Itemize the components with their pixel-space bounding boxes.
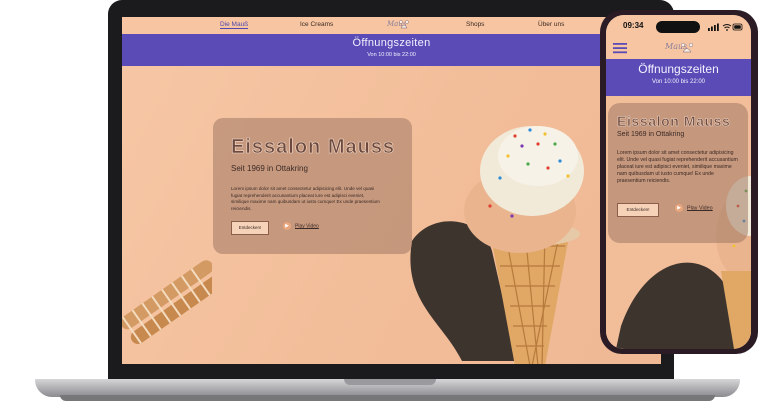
maus-logo[interactable]: Maus (386, 17, 410, 33)
entdecken-button[interactable]: Entdecken! (231, 221, 269, 235)
opening-hours-title: Öffnungszeiten (352, 37, 431, 49)
phone-status-bar: 09:34 (606, 15, 751, 37)
opening-hours-banner: Öffnungszeiten Von 10:00 bis 22:00 (122, 34, 661, 66)
mobile-play-video-label: Play Video (687, 205, 713, 212)
hero-body-text: Lorem ipsum dolor sit amet consectetur a… (231, 186, 380, 211)
mobile-hero-card: Eissalon Mauss Seit 1969 in Ottakring Lo… (608, 103, 748, 243)
laptop-base-edge (60, 395, 715, 401)
status-icons (708, 23, 743, 31)
hero-card: Eissalon Mauss Seit 1969 in Ottakring Lo… (213, 118, 412, 254)
ice-cream-cone-image (464, 126, 584, 364)
desktop-website: Die Mauß Ice Creams Maus Shops Über uns … (122, 17, 661, 364)
wafer-roll-image (122, 260, 212, 345)
play-video-link[interactable]: ▶ Play Video (283, 222, 319, 230)
play-video-label: Play Video (295, 223, 319, 230)
nav-item-ueber-uns[interactable]: Über uns (538, 21, 564, 28)
hero-title: Eissalon Mauss (231, 136, 396, 159)
dynamic-island (656, 21, 700, 33)
mobile-website: 09:34 Maus Öffnungszeiten Von 10:00 bis … (606, 15, 751, 349)
mobile-opening-hours-time: Von 10:00 bis 22:00 (651, 79, 706, 85)
hero-subtitle: Seit 1969 in Ottakring (231, 164, 308, 173)
mobile-opening-hours-banner: Öffnungszeiten Von 10:00 bis 22:00 (606, 59, 751, 96)
mobile-navbar: Maus (606, 37, 751, 59)
mobile-hero-subtitle: Seit 1969 in Ottakring (617, 131, 685, 138)
opening-hours-time: Von 10:00 bis 22:00 (367, 52, 416, 58)
laptop-notch (344, 379, 436, 385)
mobile-play-video-link[interactable]: ▶ Play Video (675, 204, 713, 212)
nav-item-ice-creams[interactable]: Ice Creams (300, 21, 333, 28)
mobile-play-icon: ▶ (675, 204, 683, 212)
desktop-navbar: Die Mauß Ice Creams Maus Shops Über uns (122, 17, 661, 35)
status-time: 09:34 (623, 21, 644, 30)
mobile-opening-hours-title: Öffnungszeiten (638, 62, 719, 76)
nav-item-die-maus[interactable]: Die Mauß (220, 21, 249, 29)
mobile-entdecken-button[interactable]: Entdecken! (617, 203, 659, 217)
mobile-hero-body-text: Lorem ipsum dolor sit amet consectetur a… (617, 150, 738, 184)
nav-item-shops[interactable]: Shops (466, 21, 484, 28)
mobile-maus-logo[interactable]: Maus (664, 38, 694, 58)
play-icon: ▶ (283, 222, 291, 230)
mobile-hero-title: Eissalon Mauss (617, 113, 731, 130)
hamburger-menu-icon[interactable] (613, 42, 627, 54)
